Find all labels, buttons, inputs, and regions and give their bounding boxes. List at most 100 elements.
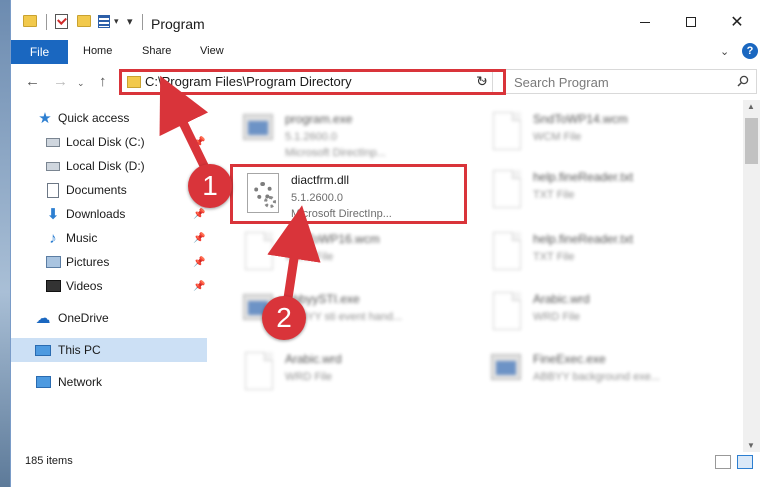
search-input[interactable]: Search Program [514, 75, 609, 90]
help-icon[interactable]: ? [742, 43, 758, 59]
exe-file-icon [485, 350, 525, 398]
new-folder-icon[interactable] [77, 15, 91, 27]
sidebar-item-videos[interactable]: Videos 📌 [11, 274, 207, 298]
details-view-button[interactable] [715, 455, 731, 469]
sidebar-item-label: Quick access [58, 111, 130, 125]
file-name: SndToWP14.wcm [533, 112, 628, 126]
pin-icon[interactable]: 📌 [193, 257, 205, 268]
file-type: WCM File [285, 251, 334, 263]
sidebar-item-this-pc[interactable]: This PC [11, 338, 207, 362]
address-highlight-box [119, 69, 506, 95]
separator [46, 14, 47, 30]
tab-file[interactable]: File [11, 40, 68, 64]
network-icon [35, 374, 51, 390]
pin-icon[interactable]: 📌 [193, 209, 205, 220]
customize-toolbar-icon[interactable]: ▾ [127, 15, 133, 28]
file-type: WCM File [533, 131, 582, 143]
recent-locations-chevron-icon[interactable]: ⌄ [77, 78, 85, 89]
sidebar-item-quick-access[interactable]: ★ Quick access [11, 106, 207, 130]
download-icon: ⬇ [46, 206, 60, 223]
sidebar-item-label: Pictures [66, 255, 110, 269]
ribbon: File Home Share View ⌄ ? [11, 40, 769, 64]
chevron-down-icon[interactable]: ▾ [114, 16, 119, 27]
sidebar-item-local-disk-c[interactable]: Local Disk (C:) 📌 [11, 130, 207, 154]
file-item[interactable]: SndToWP16.wcm WCM File [237, 226, 477, 286]
tab-share[interactable]: Share [142, 45, 171, 57]
file-type: WRD File [285, 371, 333, 383]
properties-icon[interactable] [98, 15, 110, 28]
search-icon[interactable] [737, 75, 749, 87]
file-item[interactable]: program.exe 5.1.2600.0 Microsoft DirectI… [237, 106, 477, 166]
sidebar-item-pictures[interactable]: Pictures 📌 [11, 250, 207, 274]
exe-file-icon [237, 110, 277, 158]
file-name: SndToWP16.wcm [285, 232, 380, 246]
computer-icon [35, 342, 51, 358]
search-box[interactable]: Search Program [504, 69, 757, 94]
tab-view[interactable]: View [200, 45, 224, 57]
maximize-button[interactable] [668, 8, 714, 36]
scroll-up-arrow-icon[interactable]: ▲ [747, 102, 755, 111]
step-1-badge: 1 [188, 164, 232, 208]
ribbon-expand-chevron-icon[interactable]: ⌄ [720, 45, 729, 58]
file-name: Arabic.wrd [285, 352, 342, 366]
status-bar: 185 items [11, 452, 769, 472]
file-list: program.exe 5.1.2600.0 Microsoft DirectI… [207, 100, 743, 452]
close-icon: ✕ [730, 14, 744, 31]
file-icon [485, 230, 525, 278]
sidebar-item-downloads[interactable]: ⬇ Downloads 📌 [11, 202, 207, 226]
file-description: Microsoft DirectInp... [285, 147, 386, 159]
disk-icon [45, 158, 61, 174]
sidebar-item-onedrive[interactable]: ☁ OneDrive [11, 306, 207, 330]
file-item[interactable]: FineExec.exe ABBYY background exe... [485, 346, 725, 406]
pin-icon[interactable]: 📌 [193, 137, 205, 148]
file-icon [237, 230, 277, 278]
file-description: ABBYY background exe... [533, 371, 660, 383]
sidebar-item-documents[interactable]: Documents [11, 178, 207, 202]
properties-check-icon[interactable] [55, 14, 68, 29]
file-item[interactable]: Arabic.wrd WRD File [485, 286, 725, 346]
file-item[interactable]: Arabic.wrd WRD File [237, 346, 477, 406]
star-icon: ★ [38, 110, 52, 127]
file-item[interactable]: SndToWP14.wcm WCM File [485, 106, 725, 166]
sidebar-item-music[interactable]: ♪ Music 📌 [11, 226, 207, 250]
forward-button[interactable]: → [53, 73, 68, 90]
videos-icon [45, 278, 61, 294]
document-icon [45, 182, 61, 198]
sidebar-item-local-disk-d[interactable]: Local Disk (D:) [11, 154, 207, 178]
file-name: Arabic.wrd [533, 292, 590, 306]
close-button[interactable]: ✕ [714, 8, 760, 36]
file-name: program.exe [285, 112, 353, 126]
scroll-thumb[interactable] [745, 118, 758, 164]
large-icons-view-button[interactable] [737, 455, 753, 469]
file-name: FineExec.exe [533, 352, 606, 366]
pin-icon[interactable]: 📌 [193, 233, 205, 244]
file-version: 5.1.2600.0 [285, 131, 337, 143]
title-bar: ▾ ▾ Program ✕ [11, 0, 769, 40]
minimize-button[interactable] [622, 8, 668, 36]
sidebar-item-label: Music [66, 231, 98, 245]
back-button[interactable]: ← [25, 73, 40, 90]
file-icon [485, 168, 525, 216]
sidebar-item-label: Network [58, 375, 103, 389]
cloud-icon: ☁ [35, 310, 51, 327]
file-type: WRD File [533, 311, 581, 323]
file-name: help.fineReader.txt [533, 170, 634, 184]
pictures-icon [45, 254, 61, 270]
sidebar-item-network[interactable]: Network [11, 370, 207, 394]
file-item[interactable]: help.fineReader.txt TXT File [485, 164, 725, 224]
vertical-scrollbar[interactable]: ▲ ▼ [743, 100, 760, 452]
file-highlight-box [230, 164, 467, 224]
music-icon: ♪ [49, 229, 57, 247]
folder-icon [23, 15, 37, 27]
sidebar-item-label: This PC [58, 343, 101, 357]
file-item[interactable]: help.fineReader.txt TXT File [485, 226, 725, 286]
tab-home[interactable]: Home [83, 45, 112, 57]
item-count: 185 items [25, 455, 73, 467]
sidebar-item-label: Videos [66, 279, 103, 293]
file-icon [485, 290, 525, 338]
scroll-down-arrow-icon[interactable]: ▼ [747, 441, 755, 450]
pin-icon[interactable]: 📌 [193, 281, 205, 292]
minimize-icon [640, 21, 650, 23]
sidebar-item-label: OneDrive [58, 311, 109, 325]
up-button[interactable]: ↑ [99, 73, 107, 90]
